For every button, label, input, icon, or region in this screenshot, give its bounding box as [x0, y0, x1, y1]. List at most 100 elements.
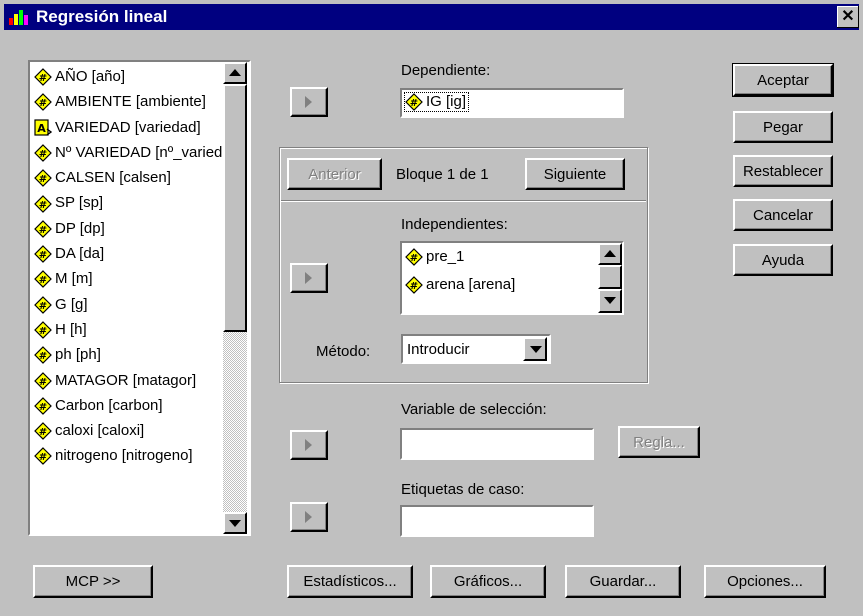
scroll-track[interactable] — [223, 332, 247, 512]
svg-text:#: # — [39, 377, 47, 388]
variable-label: H [h] — [55, 320, 87, 338]
variable-list-item[interactable]: # G [g] — [32, 292, 225, 317]
title-bar[interactable]: Regresión lineal ✕ — [4, 4, 859, 30]
dependiente-value: IG [ig] — [426, 93, 467, 110]
numeric-variable-icon: # — [34, 194, 52, 213]
variable-label: nitrogeno [nitrogeno] — [55, 447, 193, 465]
chevron-down-icon — [530, 346, 542, 353]
variable-label: AMBIENTE [ambiente] — [55, 93, 206, 111]
variable-list-item[interactable]: # AMBIENTE [ambiente] — [32, 89, 225, 114]
variable-list-item[interactable]: # MATAGOR [matagor] — [32, 368, 225, 393]
independientes-label: Independientes: — [401, 216, 508, 233]
variable-list-item[interactable]: # DA [da] — [32, 241, 225, 266]
dependiente-item[interactable]: # IG [ig] — [403, 91, 470, 113]
numeric-variable-icon: # — [34, 321, 52, 339]
restablecer-button[interactable]: Restablecer — [733, 155, 833, 187]
move-to-dependiente-button[interactable] — [290, 87, 328, 117]
variable-label: Carbon [carbon] — [55, 396, 163, 414]
variable-list-item[interactable]: # DP [dp] — [32, 216, 225, 241]
variable-list-item[interactable]: # ph [ph] — [32, 342, 225, 367]
variable-label: DA [da] — [55, 245, 105, 263]
arrow-up-icon — [229, 69, 241, 76]
variable-label: SP [sp] — [55, 194, 104, 212]
close-button[interactable]: ✕ — [837, 6, 859, 28]
arrow-right-icon — [305, 439, 312, 451]
variable-list-item[interactable]: # Nº VARIEDAD [nº_variedad] — [32, 140, 225, 165]
aceptar-button[interactable]: Aceptar — [732, 63, 834, 97]
numeric-variable-icon: # — [34, 93, 52, 112]
arrow-down-icon — [229, 520, 241, 527]
regression-dialog: Regresión lineal ✕ # AÑO [año] # AMBIENTE [… — [0, 0, 863, 616]
app-icon — [9, 10, 28, 25]
svg-text:#: # — [410, 253, 418, 264]
variable-list-item[interactable]: # AÑO [año] — [32, 64, 225, 89]
variable-label: G [g] — [55, 295, 88, 313]
independiente-item[interactable]: # pre_1 — [405, 248, 515, 276]
variable-list-item[interactable]: # H [h] — [32, 317, 225, 342]
mcp-button[interactable]: MCP >> — [33, 565, 153, 598]
regla-button[interactable]: Regla... — [618, 426, 700, 458]
ayuda-button[interactable]: Ayuda — [733, 244, 833, 276]
variable-list-item[interactable]: # caloxi [caloxi] — [32, 418, 225, 443]
scroll-down-button[interactable] — [223, 512, 247, 534]
svg-text:#: # — [39, 402, 47, 413]
dependiente-label: Dependiente: — [401, 62, 491, 79]
move-to-independientes-button[interactable] — [290, 263, 328, 293]
arrow-up-icon — [604, 250, 616, 257]
variable-list-item[interactable]: # Carbon [carbon] — [32, 393, 225, 418]
variable-list[interactable]: # AÑO [año] # AMBIENTE [ambiente] A VARIEDAD … — [28, 60, 251, 536]
independiente-item[interactable]: # arena [arena] — [405, 276, 515, 304]
indep-scroll-up-button[interactable] — [598, 243, 622, 265]
dependiente-field[interactable]: # IG [ig] — [400, 88, 624, 118]
independientes-scrollbar[interactable] — [598, 243, 622, 313]
svg-text:#: # — [39, 73, 47, 84]
mcp-label: MCP >> — [65, 573, 121, 590]
variable-label: AÑO [año] — [55, 68, 126, 85]
metodo-select[interactable]: Introducir — [401, 334, 551, 364]
graficos-label: Gráficos... — [453, 573, 523, 590]
numeric-variable-icon: # — [34, 371, 52, 390]
scroll-thumb[interactable] — [223, 84, 247, 332]
seleccion-field[interactable] — [400, 428, 594, 460]
svg-text:A: A — [37, 122, 46, 135]
svg-text:#: # — [39, 301, 47, 312]
indep-scroll-thumb[interactable] — [598, 265, 622, 289]
variable-label: CALSEN [calsen] — [55, 169, 171, 187]
move-to-etiquetas-button[interactable] — [290, 502, 328, 532]
numeric-variable-icon: # — [34, 169, 52, 188]
variable-list-item[interactable]: # M [m] — [32, 266, 225, 291]
variable-list-item[interactable]: # CALSEN [calsen] — [32, 165, 225, 190]
variable-list-scrollbar[interactable] — [223, 62, 247, 534]
numeric-variable-icon: # — [34, 245, 52, 263]
etiquetas-field[interactable] — [400, 505, 594, 537]
anterior-button[interactable]: Anterior — [287, 158, 382, 190]
opciones-button[interactable]: Opciones... — [704, 565, 826, 598]
metodo-value: Introducir — [407, 341, 470, 358]
svg-text:#: # — [410, 98, 418, 109]
numeric-variable-icon: # — [34, 270, 52, 289]
close-icon: ✕ — [841, 8, 855, 25]
graficos-button[interactable]: Gráficos... — [430, 565, 546, 598]
pegar-label: Pegar — [762, 118, 804, 136]
variable-list-item[interactable]: # SP [sp] — [32, 190, 225, 215]
variable-list-item[interactable]: # nitrogeno [nitrogeno] — [32, 443, 225, 468]
numeric-variable-icon: # — [34, 144, 52, 162]
svg-text:#: # — [39, 174, 47, 185]
svg-text:#: # — [39, 200, 47, 211]
numeric-variable-icon: # — [34, 68, 52, 86]
cancelar-button[interactable]: Cancelar — [733, 199, 833, 231]
estadisticos-button[interactable]: Estadísticos... — [287, 565, 413, 598]
variable-list-item[interactable]: A VARIEDAD [variedad] — [32, 115, 225, 140]
indep-scroll-down-button[interactable] — [598, 289, 622, 313]
move-to-seleccion-button[interactable] — [290, 430, 328, 460]
pegar-button[interactable]: Pegar — [733, 111, 833, 143]
independientes-list[interactable]: # pre_1 # arena [arena] — [400, 241, 624, 315]
svg-text:#: # — [39, 225, 47, 236]
svg-text:#: # — [39, 427, 47, 438]
guardar-button[interactable]: Guardar... — [565, 565, 681, 598]
siguiente-button[interactable]: Siguiente — [525, 158, 625, 190]
arrow-right-icon — [305, 511, 312, 523]
scroll-up-button[interactable] — [223, 62, 247, 84]
restablecer-label: Restablecer — [742, 162, 824, 180]
metodo-dropdown-button[interactable] — [523, 337, 547, 361]
